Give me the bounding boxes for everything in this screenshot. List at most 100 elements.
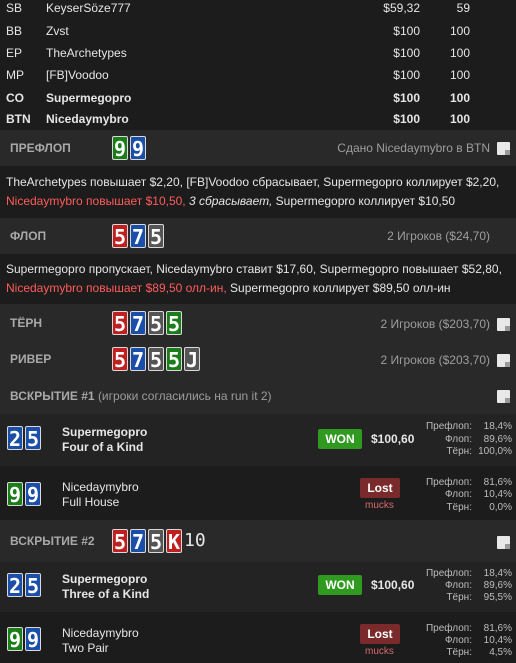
equity-label: Флоп:: [445, 489, 472, 500]
hand-rank: Two Pair: [62, 641, 109, 655]
seat-stack: $59,32: [383, 1, 420, 15]
seat-row-sb: SB KeyserSöze777 $59,32 59: [0, 0, 516, 19]
showdown2-player-supermegopro: 2 5 Supermegopro Three of a Kind WON $10…: [0, 562, 516, 612]
player-name[interactable]: Nicedaymybro: [62, 480, 139, 494]
note-icon[interactable]: [497, 536, 510, 549]
showdown-title: ВСКРЫТИЕ #2: [10, 534, 95, 548]
equity-label: Флоп:: [445, 580, 472, 591]
card: 7: [130, 347, 146, 372]
equity-value: 18,4%: [483, 568, 512, 579]
street-label-flop: ФЛОП: [10, 229, 47, 243]
card: 9: [25, 627, 41, 652]
preflop-header: ПРЕФЛОП 9 9 Сдано Nicedaymybro в BTN: [0, 130, 516, 166]
hole-cards: 9 9: [7, 482, 41, 507]
hand-rank: Four of a Kind: [62, 440, 144, 454]
mucks-label: mucks: [365, 646, 394, 657]
card: 10: [184, 530, 206, 551]
card: 9: [7, 482, 23, 507]
won-badge: WON: [318, 575, 362, 595]
card: 5: [25, 573, 41, 598]
hand-rank: Three of a Kind: [62, 587, 150, 601]
action-rest: Supermegopro коллирует $89,50 олл-ин: [226, 281, 451, 295]
seat-position: BB: [6, 24, 23, 38]
equity-label: Префлоп:: [425, 421, 472, 432]
seat-stack: $100: [393, 24, 420, 38]
card: 5: [148, 311, 164, 336]
pot-info: 2 Игроков ($203,70): [380, 353, 491, 367]
street-label-river: РИВЕР: [10, 352, 52, 366]
equity-value: 0,0%: [489, 502, 512, 513]
player-name[interactable]: [FB]Voodoo: [46, 68, 109, 82]
dealt-info: Сдано Nicedaymybro в BTN: [337, 141, 490, 155]
note-icon[interactable]: [497, 142, 510, 155]
pot-info: 2 Игроков ($203,70): [380, 317, 491, 331]
player-name[interactable]: Supermegopro: [46, 91, 131, 105]
equity-value: 89,6%: [483, 434, 512, 445]
player-name[interactable]: KeyserSöze777: [46, 1, 131, 15]
hero-action: Nicedaymybro повышает $89,50 олл-ин,: [6, 281, 227, 295]
lost-badge: Lost: [360, 624, 400, 644]
equity-label: Тёрн:: [446, 647, 472, 658]
showdown-note: (игроки согласились на run it 2): [97, 389, 272, 403]
card: 5: [166, 311, 182, 336]
seat-bb: 59: [456, 1, 470, 15]
player-name[interactable]: Supermegopro: [62, 572, 147, 586]
player-name[interactable]: Supermegopro: [62, 425, 147, 439]
player-name[interactable]: Nicedaymybro: [46, 112, 129, 126]
seat-position: BTN: [6, 112, 31, 126]
card: 5: [148, 529, 164, 554]
won-badge: WON: [318, 429, 362, 449]
equity-value: 10,4%: [483, 489, 512, 500]
note-icon[interactable]: [497, 390, 510, 403]
card: 7: [130, 311, 146, 336]
action-line: TheArchetypes повышает $2,20, [FB]Voodoo…: [6, 175, 500, 189]
card: 7: [130, 529, 146, 554]
showdown1-player-supermegopro: 2 5 Supermegopro Four of a Kind WON $100…: [0, 414, 516, 466]
seat-position: CO: [6, 91, 24, 105]
hole-cards: 2 5: [7, 426, 41, 451]
player-name[interactable]: TheArchetypes: [46, 46, 127, 60]
showdown-label: ВСКРЫТИЕ #1 (игроки согласились на run i…: [10, 389, 272, 403]
preflop-actions: TheArchetypes повышает $2,20, [FB]Voodoo…: [6, 173, 511, 211]
action-line: Nicedaymybro повышает $89,50 олл-ин, Sup…: [6, 279, 511, 298]
seat-stack: $100: [393, 91, 420, 105]
street-label-turn: ТЁРН: [10, 316, 43, 330]
card: 5: [112, 529, 128, 554]
card: 5: [166, 347, 182, 372]
equity-label: Тёрн:: [446, 446, 472, 457]
seat-position: EP: [6, 46, 23, 60]
flop-header: ФЛОП 5 7 5 2 Игроков ($24,70): [0, 218, 516, 254]
action-rest: Supermegopro коллирует $10,50: [272, 194, 456, 208]
player-name[interactable]: Nicedaymybro: [62, 626, 139, 640]
equity-label: Тёрн:: [446, 502, 472, 513]
equity-value: 89,6%: [483, 580, 512, 591]
seat-row-co: CO Supermegopro $100 100: [0, 87, 516, 109]
hole-cards: 9 9: [7, 627, 41, 652]
seat-bb: 100: [449, 112, 470, 126]
equity-value: 95,5%: [483, 592, 512, 603]
showdown2-player-nicedaymybro: 9 9 Nicedaymybro Two Pair Lost mucks Пре…: [0, 614, 516, 663]
seat-row-ep: EP TheArchetypes $100 100: [0, 42, 516, 64]
lost-badge: Lost: [360, 478, 400, 498]
equity-value: 4,5%: [489, 647, 512, 658]
won-amount: $100,60: [371, 578, 415, 592]
note-icon[interactable]: [497, 318, 510, 331]
equity-label: Тёрн:: [446, 592, 472, 603]
card: 5: [112, 311, 128, 336]
flop-actions: Supermegopro пропускает, Nicedaymybro ст…: [6, 260, 511, 298]
player-name[interactable]: Zvst: [46, 24, 69, 38]
card: 5: [25, 426, 41, 451]
note-icon[interactable]: [497, 354, 510, 367]
equity-label: Флоп:: [445, 434, 472, 445]
run2-board-cards: 5 7 5 K 10: [112, 529, 206, 554]
folds-count: 3 сбрасывает,: [185, 194, 273, 208]
seat-position: MP: [6, 68, 24, 82]
card: 2: [7, 573, 23, 598]
card: 5: [148, 224, 164, 249]
showdown2-header: ВСКРЫТИЕ #2 5 7 5 K 10: [0, 520, 516, 562]
card: 9: [7, 627, 23, 652]
action-line: Supermegopro пропускает, Nicedaymybro ст…: [6, 262, 502, 276]
turn-header: ТЁРН 5 7 5 5 2 Игроков ($203,70): [0, 304, 516, 340]
card: 5: [112, 224, 128, 249]
seat-stack: $100: [393, 112, 420, 126]
